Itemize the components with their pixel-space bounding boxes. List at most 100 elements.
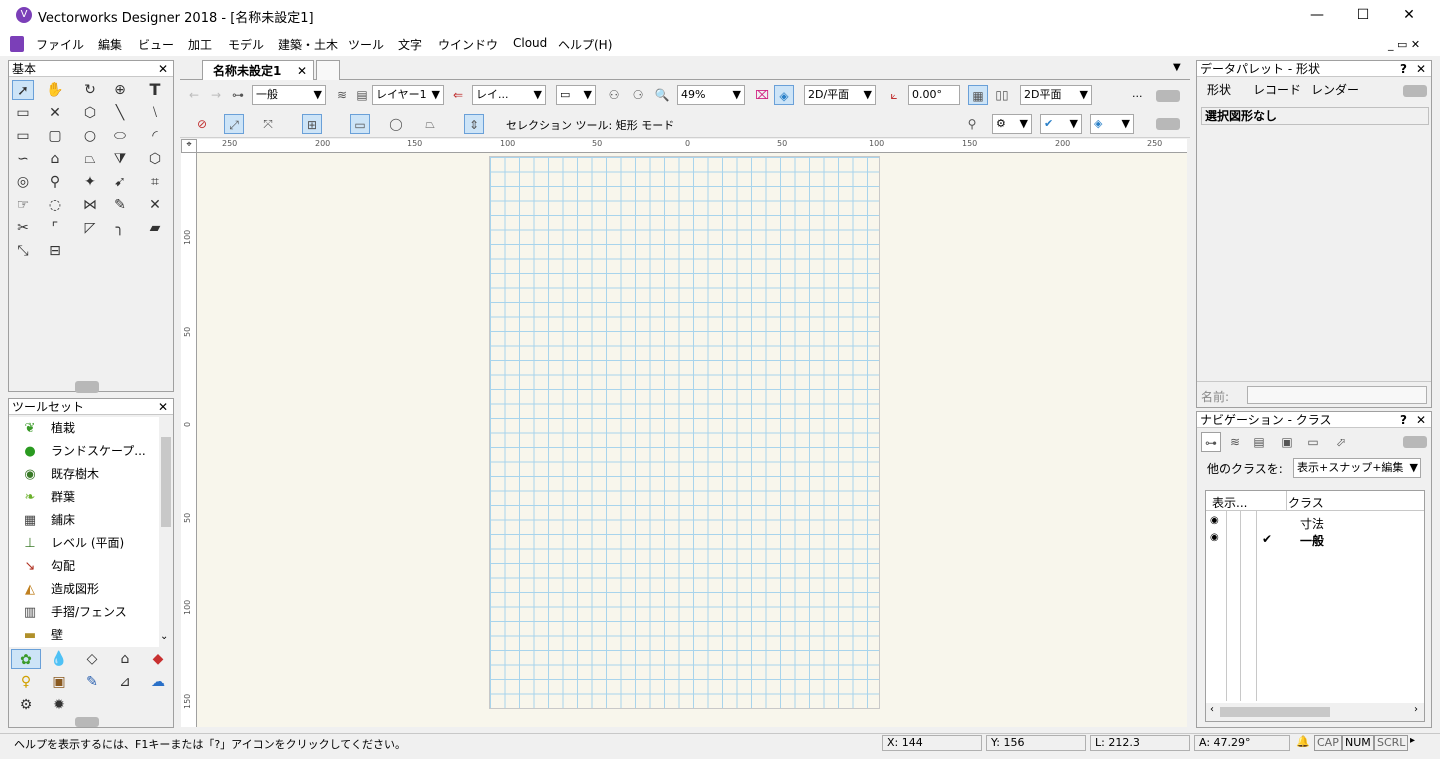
visualization-toolset-icon[interactable]: ☁ — [143, 672, 173, 692]
snap-select[interactable]: ✔ ▼ — [1040, 114, 1082, 134]
interactive-scaling-icon[interactable]: ⤢ — [224, 114, 244, 134]
arc-tool-icon[interactable]: ◜ — [144, 126, 166, 146]
freehand-tool-icon[interactable]: ∽ — [12, 149, 34, 169]
furniture-toolset-icon[interactable]: ▣ — [44, 672, 74, 692]
regular-polygon-tool-icon[interactable]: ⬡ — [144, 149, 166, 169]
menu-model[interactable]: モデル — [228, 36, 264, 53]
gear-toolset-icon[interactable]: ✹ — [44, 695, 74, 715]
connect-tool-icon[interactable]: ⌜ — [44, 218, 66, 238]
menu-cloud[interactable]: Cloud — [513, 36, 547, 50]
locus-tool-icon[interactable]: ✕ — [44, 103, 66, 123]
line-tool-icon[interactable]: ╲ — [109, 103, 131, 123]
nav-palette-help-icon[interactable]: ? — [1400, 412, 1407, 428]
tab-shape[interactable]: 形状 — [1207, 81, 1231, 99]
maximize-button[interactable]: ☐ — [1340, 0, 1386, 32]
menu-tools[interactable]: ツール — [348, 36, 384, 53]
basic-palette-close-icon[interactable]: ✕ — [158, 61, 168, 77]
saved-view-icon[interactable]: ⚇ — [604, 85, 624, 105]
nav-sheet-layers-icon[interactable]: ▤ — [1249, 432, 1269, 452]
status-more-icon[interactable]: ▸ — [1410, 735, 1415, 746]
close-window-button[interactable]: ✕ — [1386, 0, 1432, 32]
rotation-angle-field[interactable]: 0.00° — [908, 85, 960, 105]
ruler-origin-icon[interactable]: ⌖ — [181, 139, 197, 153]
component-tool-icon[interactable]: ⊟ — [44, 241, 66, 261]
rounded-rect-tool-icon[interactable]: ▢ — [44, 126, 66, 146]
new-tab-button[interactable] — [316, 60, 340, 80]
tab-record[interactable]: レコード — [1253, 81, 1301, 99]
active-class-select[interactable]: 一般 ▼ — [252, 85, 326, 105]
eyedropper-tool-icon[interactable]: ⚲ — [44, 172, 66, 192]
toolset-expand-button[interactable] — [75, 717, 99, 727]
pan-tool-icon[interactable]: ✋ — [44, 80, 66, 100]
col-class-header[interactable]: クラス — [1288, 494, 1324, 511]
view-bar-more[interactable]: ... — [1132, 87, 1143, 100]
circle-tool-icon[interactable]: ○ — [79, 126, 101, 146]
menu-edit[interactable]: 編集 — [98, 36, 122, 53]
list-item[interactable]: ⊥ レベル (平面) — [19, 532, 124, 554]
list-item[interactable]: ▦ 鋪床 — [19, 509, 75, 531]
nav-palette-close-icon[interactable]: ✕ — [1416, 412, 1426, 428]
tab-list-dropdown-icon[interactable]: ▼ — [1173, 62, 1181, 73]
3d-modeling-toolset-icon[interactable]: ◆ — [143, 649, 173, 669]
layer-options-icon[interactable]: ⇐ — [448, 85, 468, 105]
palette-expand-button[interactable] — [75, 381, 99, 393]
table-row[interactable]: ◉ ✔ 一般 — [1206, 532, 1424, 548]
page-area-grid[interactable] — [489, 156, 880, 709]
layer-visibility-select[interactable]: レイ... ▼ — [472, 85, 546, 105]
selection-tool-icon[interactable]: ➚ — [12, 80, 34, 100]
offset-tool-icon[interactable]: ⤡ — [12, 241, 34, 261]
nav-viewports-icon[interactable]: ▣ — [1277, 432, 1297, 452]
trim-tool-icon[interactable]: ✂ — [12, 218, 34, 238]
menu-architecture[interactable]: 建築・土木 — [278, 36, 338, 53]
menu-text[interactable]: 文字 — [398, 36, 422, 53]
visibility-tool-icon[interactable]: ➹ — [109, 172, 131, 192]
preferences-select[interactable]: ⚙ ▼ — [992, 114, 1032, 134]
col-show-header[interactable]: 表示... — [1212, 494, 1247, 511]
nav-palette-options-button[interactable] — [1403, 436, 1427, 448]
rotate-tool-icon[interactable]: ◌ — [44, 195, 66, 215]
eye-icon[interactable]: ◉ — [1210, 515, 1219, 526]
list-item[interactable]: ▬ 壁 — [19, 624, 63, 646]
chamfer-tool-icon[interactable]: ◸ — [79, 218, 101, 238]
building-shell-toolset-icon[interactable]: ◇ — [77, 649, 107, 669]
plane-icon[interactable]: ◈ — [774, 85, 794, 105]
other-classes-select[interactable]: 表示+スナップ+編集 ▼ — [1293, 458, 1421, 478]
rectangle-mode-icon[interactable]: ▭ — [350, 114, 370, 134]
callout-tool-icon[interactable]: ▭ — [12, 103, 34, 123]
dims-toolset-icon[interactable]: ⊿ — [110, 672, 140, 692]
forward-arrow-icon[interactable]: → — [206, 85, 226, 105]
tool-bar-options-button[interactable] — [1156, 118, 1180, 130]
fillet-tool-icon[interactable]: ╮ — [109, 218, 131, 238]
data-palette-close-icon[interactable]: ✕ — [1416, 61, 1426, 77]
list-item[interactable]: ● ランドスケープ... — [19, 440, 145, 462]
list-item[interactable]: ❧ 群葉 — [19, 486, 75, 508]
minimize-button[interactable]: — — [1294, 0, 1340, 32]
list-item[interactable]: ▥ 手摺/フェンス — [19, 601, 127, 623]
water-toolset-icon[interactable]: 💧 — [44, 649, 74, 669]
move-mode-icon[interactable]: ⇕ — [464, 114, 484, 134]
rectangle-tool-icon[interactable]: ▭ — [12, 126, 34, 146]
crop-tool-icon[interactable]: ⌗ — [144, 172, 166, 192]
reshape-tool-icon[interactable]: ✎ — [109, 195, 131, 215]
render-mode-icon[interactable]: ▦ — [968, 85, 988, 105]
sheet-select[interactable]: ▭ ▼ — [556, 85, 596, 105]
3d-locus-tool-icon[interactable]: ⬡ — [79, 103, 101, 123]
data-palette-options-button[interactable] — [1403, 85, 1427, 97]
layer-view-icon[interactable]: ▤ — [352, 85, 372, 105]
list-item[interactable]: ↘ 勾配 — [19, 555, 75, 577]
document-tab[interactable]: 名称未設定1 ✕ — [202, 60, 314, 80]
nav-layers-icon[interactable]: ≋ — [1225, 432, 1245, 452]
nav-classes-icon[interactable]: ⊶ — [1201, 432, 1221, 452]
split-tool-icon[interactable]: ✕ — [144, 195, 166, 215]
tab-render[interactable]: レンダー — [1311, 81, 1359, 99]
house-toolset-icon[interactable]: ⌂ — [110, 649, 140, 669]
menu-help[interactable]: ヘルプ(H) — [558, 36, 612, 53]
data-palette-help-icon[interactable]: ? — [1400, 61, 1407, 77]
tab-close-icon[interactable]: ✕ — [297, 61, 307, 81]
magic-wand-tool-icon[interactable]: ✦ — [79, 172, 101, 192]
list-item[interactable]: ❦ 植栽 — [19, 417, 75, 439]
multiple-reshape-icon[interactable]: ⤧ — [258, 114, 278, 134]
nav-references-icon[interactable]: ⬀ — [1331, 432, 1351, 452]
polygon-mode-icon[interactable]: ⏢ — [420, 114, 440, 134]
flyover-tool-icon[interactable]: ↻ — [79, 80, 101, 100]
